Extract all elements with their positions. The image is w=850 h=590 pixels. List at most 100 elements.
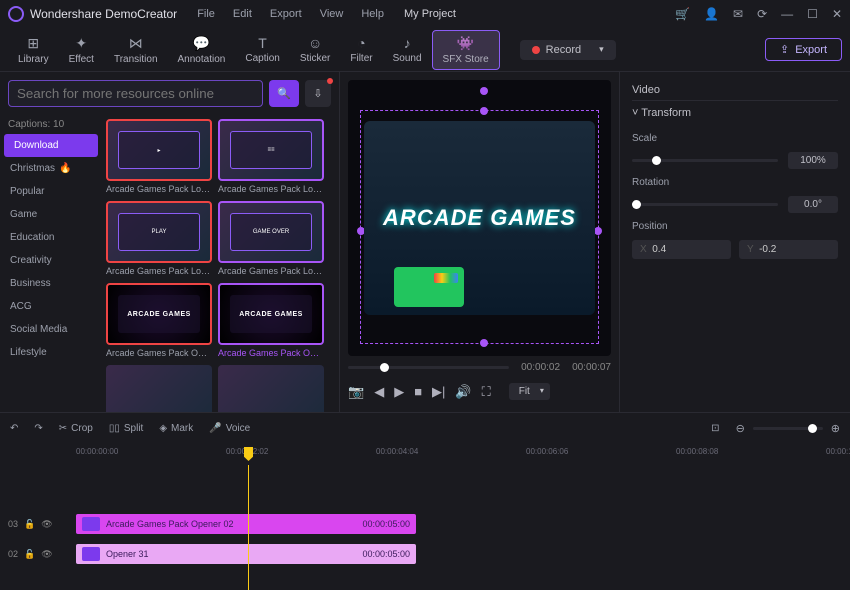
prev-button[interactable]: ◀: [374, 384, 384, 400]
asset-card[interactable]: [218, 365, 324, 412]
pos-y-input[interactable]: Y -0.2: [739, 240, 838, 259]
preview-canvas[interactable]: ARCADE GAMES: [348, 80, 611, 356]
track-num: 02: [8, 549, 18, 559]
clip-opener31[interactable]: Opener 3100:00:05:00: [76, 544, 416, 564]
asset-card[interactable]: [106, 365, 212, 412]
position-label: Position: [632, 221, 692, 232]
cart-icon[interactable]: 🛒: [675, 7, 690, 21]
next-button[interactable]: ▶|: [432, 384, 445, 400]
zoom-out-button[interactable]: ⊖: [736, 422, 745, 435]
user-icon[interactable]: 👤: [704, 7, 719, 21]
asset-card[interactable]: GAME OVERArcade Games Pack Low...: [218, 201, 324, 279]
tool-transition[interactable]: ⋈Transition: [104, 35, 168, 65]
tool-effect[interactable]: ✦Effect: [59, 35, 104, 65]
time-total: 00:00:07: [572, 362, 611, 373]
pos-x-input[interactable]: X 0.4: [632, 240, 731, 259]
app-title: Wondershare DemoCreator: [30, 7, 177, 21]
resize-handle[interactable]: [480, 107, 488, 115]
chevron-down-icon: ▾: [599, 44, 604, 55]
cat-social[interactable]: Social Media: [0, 318, 102, 341]
asset-card[interactable]: ▸Arcade Games Pack Low...: [106, 119, 212, 197]
record-button[interactable]: Record▾: [520, 40, 616, 60]
menu-edit[interactable]: Edit: [233, 8, 252, 20]
lock-icon[interactable]: 🔓: [24, 549, 35, 560]
asset-card[interactable]: PLAYArcade Games Pack Low...: [106, 201, 212, 279]
menubar: File Edit Export View Help: [197, 8, 384, 20]
transition-icon: ⋈: [129, 35, 143, 52]
cat-christmas[interactable]: Christmas🔥: [0, 157, 102, 180]
tool-sound[interactable]: ♪Sound: [383, 35, 432, 64]
rotation-slider[interactable]: [632, 203, 778, 206]
clip-thumb-icon: [82, 547, 100, 561]
resize-handle[interactable]: [480, 339, 488, 347]
tool-sticker[interactable]: ☺Sticker: [290, 35, 341, 64]
eye-icon[interactable]: 👁: [41, 519, 52, 530]
sticker-icon: ☺: [308, 35, 322, 51]
asset-card[interactable]: ≡≡Arcade Games Pack Low...: [218, 119, 324, 197]
maximize-icon[interactable]: ☐: [807, 7, 818, 21]
menu-view[interactable]: View: [320, 8, 344, 20]
props-tab-video[interactable]: Video: [632, 80, 838, 101]
cat-creativity[interactable]: Creativity: [0, 249, 102, 272]
menu-help[interactable]: Help: [361, 8, 384, 20]
fullscreen-button[interactable]: ⛶: [482, 384, 491, 400]
cat-popular[interactable]: Popular: [0, 180, 102, 203]
section-transform[interactable]: ˅ Transform: [632, 101, 838, 125]
split-button[interactable]: ▯▯ Split: [109, 423, 143, 434]
undo-button[interactable]: ↶: [10, 423, 18, 434]
scrubber[interactable]: [348, 366, 509, 369]
stop-button[interactable]: ■: [414, 384, 422, 399]
resize-handle[interactable]: [594, 227, 602, 235]
tracks-area[interactable]: 03🔓👁 Arcade Games Pack Opener 0200:00:05…: [0, 465, 850, 590]
redo-button[interactable]: ↷: [34, 423, 42, 434]
lock-icon[interactable]: 🔓: [24, 519, 35, 530]
asset-card[interactable]: ARCADE GAMESArcade Games Pack Ope...: [218, 283, 324, 361]
play-button[interactable]: ▶: [394, 384, 404, 400]
cat-game[interactable]: Game: [0, 203, 102, 226]
tool-caption[interactable]: TCaption: [235, 35, 289, 64]
search-button[interactable]: 🔍: [269, 80, 299, 107]
minimize-icon[interactable]: —: [781, 7, 793, 21]
rotate-handle[interactable]: [480, 87, 488, 95]
cat-education[interactable]: Education: [0, 226, 102, 249]
eye-icon[interactable]: 👁: [41, 549, 52, 560]
playhead[interactable]: [248, 465, 249, 590]
crop-button[interactable]: ✂ Crop: [59, 423, 93, 434]
tool-library[interactable]: ⊞Library: [8, 35, 59, 65]
zoom-slider[interactable]: [753, 427, 823, 430]
cat-download[interactable]: Download: [4, 134, 98, 157]
timeline-ruler[interactable]: 00:00:00:00 00:00:02:02 00:00:04:04 00:0…: [76, 443, 850, 465]
tool-filter[interactable]: ◔Filter: [340, 35, 382, 64]
search-input[interactable]: [8, 80, 263, 107]
download-button[interactable]: ⇩: [305, 80, 331, 107]
zoom-in-button[interactable]: ⊕: [831, 422, 840, 435]
tool-annotation[interactable]: 💬Annotation: [168, 35, 236, 65]
help-icon[interactable]: ⟳: [757, 7, 767, 21]
cat-lifestyle[interactable]: Lifestyle: [0, 341, 102, 364]
cat-business[interactable]: Business: [0, 272, 102, 295]
scale-value[interactable]: 100%: [788, 152, 838, 169]
mail-icon[interactable]: ✉: [733, 7, 743, 21]
ruler-tick: 00:00:08:08: [676, 447, 718, 456]
volume-button[interactable]: 🔊: [455, 384, 471, 400]
menu-export[interactable]: Export: [270, 8, 302, 20]
snapshot-button[interactable]: 📷: [348, 384, 364, 400]
fit-select[interactable]: Fit: [509, 383, 550, 400]
voice-button[interactable]: 🎤 Voice: [209, 423, 250, 434]
asset-card[interactable]: ARCADE GAMESArcade Games Pack Ope...: [106, 283, 212, 361]
scale-slider[interactable]: [632, 159, 778, 162]
asset-grid: ▸Arcade Games Pack Low... ≡≡Arcade Games…: [102, 115, 339, 412]
mark-button[interactable]: ◈ Mark: [159, 423, 193, 434]
export-button[interactable]: ⇪Export: [765, 38, 842, 61]
close-icon[interactable]: ✕: [832, 7, 842, 21]
rotation-value[interactable]: 0.0°: [788, 196, 838, 213]
sfx-icon: 👾: [457, 35, 474, 52]
adjust-button[interactable]: ⊡: [711, 423, 719, 434]
menu-file[interactable]: File: [197, 8, 215, 20]
ruler-tick: 00:00:00:00: [76, 447, 118, 456]
tool-sfx-store[interactable]: 👾SFX Store: [432, 30, 500, 70]
clip-arcade-opener[interactable]: Arcade Games Pack Opener 0200:00:05:00: [76, 514, 416, 534]
app-logo: [8, 6, 24, 22]
cat-acg[interactable]: ACG: [0, 295, 102, 318]
caption-count: Captions: 10: [0, 115, 102, 134]
